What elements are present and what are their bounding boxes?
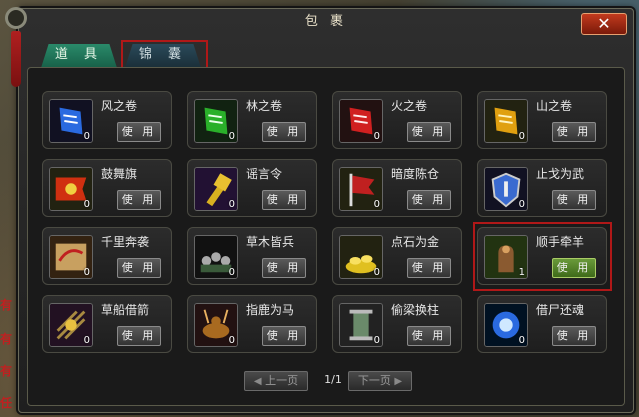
use-button[interactable]: 使 用 xyxy=(262,122,306,142)
item-name: 偷梁换柱 xyxy=(391,303,440,317)
item-name: 止戈为武 xyxy=(536,167,585,181)
next-page-button[interactable]: 下一页 ▶ xyxy=(348,371,412,391)
item-name: 借尸还魂 xyxy=(536,303,585,317)
item-slot[interactable]: 0 借尸还魂 使 用 xyxy=(477,295,607,353)
prev-arrow-icon: ◀ xyxy=(253,376,262,387)
item-count: 0 xyxy=(518,199,525,210)
item-count: 0 xyxy=(83,131,90,142)
use-button[interactable]: 使 用 xyxy=(117,122,161,142)
map-icon[interactable]: 0 xyxy=(49,235,93,279)
use-button[interactable]: 使 用 xyxy=(552,326,596,346)
item-count: 0 xyxy=(228,199,235,210)
item-name: 点石为金 xyxy=(391,235,440,249)
item-name: 千里奔袭 xyxy=(101,235,150,249)
item-slot[interactable]: 0 林之卷 使 用 xyxy=(187,91,317,149)
arrows-icon[interactable]: 0 xyxy=(49,303,93,347)
use-button[interactable]: 使 用 xyxy=(407,258,451,278)
item-slot[interactable]: 0 山之卷 使 用 xyxy=(477,91,607,149)
pager: ◀ 上一页 1/1 下一页 ▶ xyxy=(28,371,626,393)
item-slot[interactable]: 0 谣言令 使 用 xyxy=(187,159,317,217)
item-count: 0 xyxy=(373,131,380,142)
blue-scroll-icon[interactable]: 0 xyxy=(49,99,93,143)
item-highlight-box xyxy=(473,222,612,291)
ornament-tassel-icon xyxy=(11,31,21,87)
tab-props[interactable]: 道 具 xyxy=(41,44,117,68)
window-title: 包 裹 xyxy=(304,14,348,29)
item-count: 0 xyxy=(373,267,380,278)
item-name: 风之卷 xyxy=(101,99,138,113)
item-slot[interactable]: 0 风之卷 使 用 xyxy=(42,91,172,149)
use-button[interactable]: 使 用 xyxy=(407,122,451,142)
use-button[interactable]: 使 用 xyxy=(407,326,451,346)
item-count: 0 xyxy=(83,267,90,278)
token-icon[interactable]: 0 xyxy=(194,167,238,211)
page-indicator: 1/1 xyxy=(324,373,342,386)
item-count: 0 xyxy=(373,335,380,346)
world-text: 有 xyxy=(0,332,13,346)
use-button[interactable]: 使 用 xyxy=(117,326,161,346)
item-count: 0 xyxy=(228,131,235,142)
use-button[interactable]: 使 用 xyxy=(262,326,306,346)
item-count: 0 xyxy=(228,267,235,278)
close-button[interactable]: ✕ xyxy=(581,13,627,35)
item-name: 鼓舞旗 xyxy=(101,167,138,181)
item-name: 指鹿为马 xyxy=(246,303,295,317)
prev-page-button[interactable]: ◀ 上一页 xyxy=(244,371,308,391)
item-slot[interactable]: 0 止戈为武 使 用 xyxy=(477,159,607,217)
item-count: 0 xyxy=(228,335,235,346)
gold-pile-icon[interactable]: 0 xyxy=(339,235,383,279)
gold-scroll-icon[interactable]: 0 xyxy=(484,99,528,143)
item-slot[interactable]: 0 偷梁换柱 使 用 xyxy=(332,295,462,353)
item-slot[interactable]: 0 千里奔袭 使 用 xyxy=(42,227,172,285)
item-name: 草木皆兵 xyxy=(246,235,295,249)
next-page-label: 下一页 xyxy=(357,374,391,387)
item-name: 草船借箭 xyxy=(101,303,150,317)
item-count: 0 xyxy=(83,199,90,210)
use-button[interactable]: 使 用 xyxy=(117,258,161,278)
item-slot[interactable]: 0 鼓舞旗 使 用 xyxy=(42,159,172,217)
item-name: 谣言令 xyxy=(246,167,283,181)
green-scroll-icon[interactable]: 0 xyxy=(194,99,238,143)
use-button[interactable]: 使 用 xyxy=(552,190,596,210)
item-count: 0 xyxy=(518,131,525,142)
shield-icon[interactable]: 0 xyxy=(484,167,528,211)
prev-page-label: 上一页 xyxy=(265,374,299,387)
item-name: 林之卷 xyxy=(246,99,283,113)
item-count: 0 xyxy=(518,335,525,346)
soldiers-icon[interactable]: 0 xyxy=(194,235,238,279)
item-name: 暗度陈仓 xyxy=(391,167,440,181)
use-button[interactable]: 使 用 xyxy=(407,190,451,210)
item-slot[interactable]: 0 指鹿为马 使 用 xyxy=(187,295,317,353)
use-button[interactable]: 使 用 xyxy=(117,190,161,210)
world-text: 有 xyxy=(0,364,13,378)
item-count: 0 xyxy=(83,335,90,346)
red-scroll-icon[interactable]: 0 xyxy=(339,99,383,143)
world-text: 有 xyxy=(0,298,13,312)
banner-icon[interactable]: 0 xyxy=(49,167,93,211)
pillar-icon[interactable]: 0 xyxy=(339,303,383,347)
use-button[interactable]: 使 用 xyxy=(262,258,306,278)
use-button[interactable]: 使 用 xyxy=(552,122,596,142)
item-slot[interactable]: 0 暗度陈仓 使 用 xyxy=(332,159,462,217)
item-slot[interactable]: 0 草船借箭 使 用 xyxy=(42,295,172,353)
next-arrow-icon: ▶ xyxy=(394,376,403,387)
spirit-icon[interactable]: 0 xyxy=(484,303,528,347)
use-button[interactable]: 使 用 xyxy=(262,190,306,210)
item-slot[interactable]: 0 草木皆兵 使 用 xyxy=(187,227,317,285)
deer-icon[interactable]: 0 xyxy=(194,303,238,347)
item-slot[interactable]: 0 点石为金 使 用 xyxy=(332,227,462,285)
inventory-window: 包 裹 ✕ 道 具 锦 囊 0 风之卷 使 用 0 林之卷 使 用 0 火之卷 … xyxy=(5,7,634,413)
flag-icon[interactable]: 0 xyxy=(339,167,383,211)
item-count: 0 xyxy=(373,199,380,210)
world-text: 任 xyxy=(0,396,13,410)
item-name: 火之卷 xyxy=(391,99,428,113)
item-name: 山之卷 xyxy=(536,99,573,113)
item-slot[interactable]: 0 火之卷 使 用 xyxy=(332,91,462,149)
items-panel: 0 风之卷 使 用 0 林之卷 使 用 0 火之卷 使 用 0 山之卷 使 用 … xyxy=(27,67,625,406)
